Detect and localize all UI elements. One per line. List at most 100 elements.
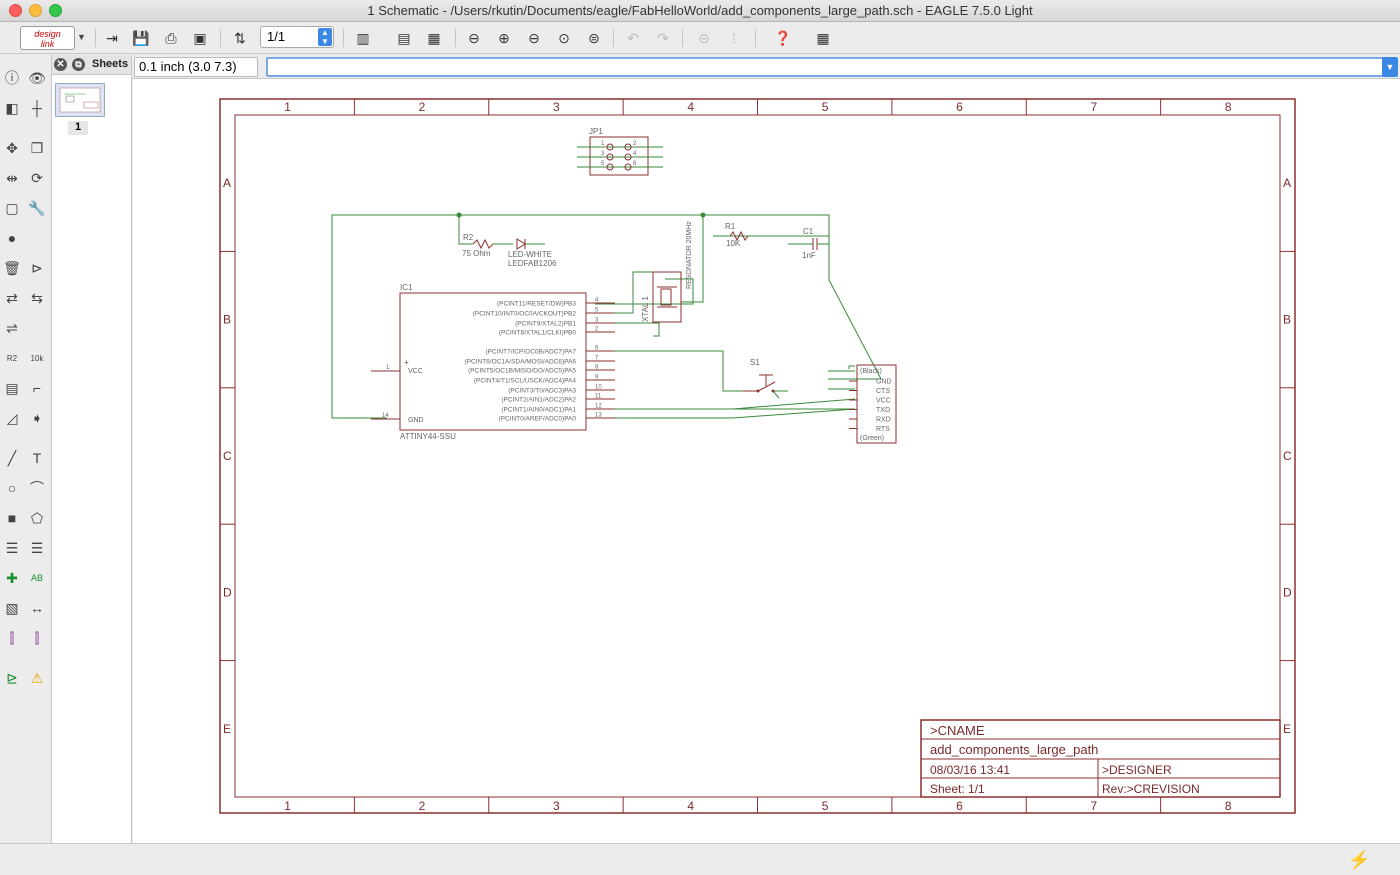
zoom-out-icon[interactable]: ⊖ (523, 27, 545, 49)
mark-icon[interactable]: ┼ (26, 97, 48, 119)
go-icon[interactable]: ⁞ (723, 27, 745, 49)
display-layers-icon[interactable]: ◧ (1, 97, 23, 119)
copy-icon[interactable]: ❐ (26, 137, 48, 159)
add-part-icon[interactable]: ⊳ (26, 257, 48, 279)
chevron-down-icon[interactable]: ▼ (77, 32, 86, 42)
print-icon[interactable]: ⎙ (160, 27, 182, 49)
sheets-panel: ✕ ⧉ Sheets 1 (52, 55, 132, 843)
open-file-icon[interactable]: ⇥ (101, 27, 123, 49)
ftdi-header[interactable]: (Black) (Green) GND CTS VCC TXD RXD RTS (849, 364, 897, 444)
polygon-icon[interactable]: ⬠ (26, 507, 48, 529)
frame-column-label: 8 (1225, 100, 1232, 114)
rectangle-icon[interactable]: ■ (1, 507, 23, 529)
modules-icon[interactable]: ⫿ (26, 627, 48, 649)
led-white[interactable]: LED-WHITE LEDFAB1206 (508, 238, 557, 268)
close-icon[interactable]: ✕ (54, 58, 67, 71)
c1-name: C1 (803, 227, 814, 236)
smash-icon[interactable]: ▤ (1, 377, 23, 399)
group-icon[interactable]: ▢ (1, 197, 23, 219)
ftdi-pin-label: CTS (876, 388, 890, 395)
ic-pin-number: 11 (595, 394, 602, 400)
ic-name: IC1 (400, 283, 413, 292)
save-icon[interactable]: 💾 (130, 27, 152, 49)
frame-row-label: A (1283, 176, 1291, 190)
value-icon[interactable]: 10k (26, 347, 48, 369)
designlink-logo[interactable]: design link (20, 26, 75, 50)
info-icon[interactable]: ⓘ (1, 67, 23, 89)
text-icon[interactable]: T (26, 447, 48, 469)
change-wrench-icon[interactable]: 🔧 (26, 197, 48, 219)
bus-icon[interactable]: ☰ (1, 537, 23, 559)
name-icon[interactable]: R2 (1, 347, 23, 369)
help-icon[interactable]: ❓ (772, 27, 794, 49)
ic-pin-label: (PCINT11/RESET/DW)PB3 (497, 301, 576, 308)
rotate-icon[interactable]: ⟳ (26, 167, 48, 189)
gateswap-icon[interactable]: ⇌ (1, 317, 23, 339)
invoke-icon[interactable]: ➧ (26, 407, 48, 429)
mirror-icon[interactable]: ⇹ (1, 167, 23, 189)
svg-text:2: 2 (633, 141, 637, 147)
label-icon[interactable]: AB (26, 567, 48, 589)
title-block: >CNAME add_components_large_path 08/03/1… (920, 719, 1281, 798)
s1-label: S1 (750, 358, 760, 367)
r2-value: 75 Ohm (462, 249, 491, 258)
pinswap-icon[interactable]: ⇄ (1, 287, 23, 309)
ic-pin-label: (PCINT10/INT0/OC0A/CKOUT)PB2 (473, 311, 577, 318)
chevron-down-icon[interactable]: ▼ (1382, 57, 1398, 77)
ulp-icon[interactable]: ▥ (352, 27, 374, 49)
delete-icon[interactable]: 🗑 (1, 257, 23, 279)
script-icon[interactable]: ▤ (393, 27, 415, 49)
schematic-canvas[interactable]: 1122334455667788 AABBCCDDEE >CNAME add_c… (133, 79, 1400, 843)
erc-icon[interactable]: ⊵ (1, 667, 23, 689)
circle-icon[interactable]: ○ (1, 477, 23, 499)
zoom-select-icon[interactable]: ⊜ (583, 27, 605, 49)
sheet-thumbnail[interactable] (55, 83, 105, 117)
run-ulp-icon[interactable]: ▦ (423, 27, 445, 49)
wire-icon[interactable]: ╱ (1, 447, 23, 469)
frame-row-label: A (223, 176, 231, 190)
show-eye-icon[interactable]: 👁 (26, 67, 48, 89)
frame-row-label: C (223, 449, 232, 463)
command-line-input[interactable] (266, 57, 1384, 77)
coordinate-bar: 0.1 inch (3.0 7.3) ▼ (132, 55, 1400, 79)
frame-column-label: 7 (1090, 799, 1097, 813)
frame-row-label: B (1283, 313, 1291, 327)
dimension-icon[interactable]: ↔ (26, 597, 48, 619)
redo-icon[interactable]: ↷ (652, 27, 674, 49)
paste-icon[interactable]: ● (1, 227, 23, 249)
move-icon[interactable]: ✥ (1, 137, 23, 159)
zoom-in-icon[interactable]: ⊕ (493, 27, 515, 49)
r2-resistor[interactable]: R2 75 Ohm (462, 233, 513, 258)
board-switch-icon[interactable]: ⇅ (229, 27, 251, 49)
s1-switch[interactable]: S1 (743, 358, 776, 393)
window-title: 1 Schematic - /Users/rkutin/Documents/ea… (367, 3, 1033, 18)
frame-column-label: 2 (419, 100, 426, 114)
jp1-connector[interactable]: JP1 1 3 5 2 4 6 (577, 127, 663, 176)
grid-icon[interactable]: ▦ (812, 27, 834, 49)
stop-icon[interactable]: ⊝ (693, 27, 715, 49)
detach-icon[interactable]: ⧉ (72, 58, 85, 71)
xtal-resonator[interactable]: XTAL 1 RESONATOR 20MHz (641, 221, 693, 323)
split-icon[interactable]: ◿ (1, 407, 23, 429)
r1-value: 10K (726, 239, 741, 248)
redraw-icon[interactable]: ⊙ (553, 27, 575, 49)
attribute-icon[interactable]: ▧ (1, 597, 23, 619)
svg-text:14: 14 (382, 413, 389, 419)
title-cname: >CNAME (930, 723, 985, 738)
frame-icon[interactable]: ⫿ (1, 627, 23, 649)
net-icon[interactable]: ☰ (26, 537, 48, 559)
r1-resistor[interactable]: R1 10K (713, 222, 749, 248)
sheet-selector[interactable]: 1/1 ▲ ▼ (260, 26, 334, 48)
errors-warning-icon[interactable]: ⚠ (26, 667, 48, 689)
replace-icon[interactable]: ⇆ (26, 287, 48, 309)
junction-icon[interactable]: ✚ (1, 567, 23, 589)
undo-icon[interactable]: ↶ (622, 27, 644, 49)
sheet-number: 1 (68, 121, 88, 135)
zoom-fit-icon[interactable]: ⊖ (463, 27, 485, 49)
miter-icon[interactable]: ⌐ (26, 377, 48, 399)
ic1-attiny44[interactable]: IC1 ATTINY44-SSU VCC GND + 1 14 (PCINT11… (371, 283, 615, 441)
svg-text:1: 1 (386, 365, 390, 371)
cam-processor-icon[interactable]: ▣ (189, 27, 211, 49)
c1-capacitor[interactable]: C1 1nF (788, 227, 829, 260)
arc-icon[interactable]: ⌒ (26, 477, 48, 499)
